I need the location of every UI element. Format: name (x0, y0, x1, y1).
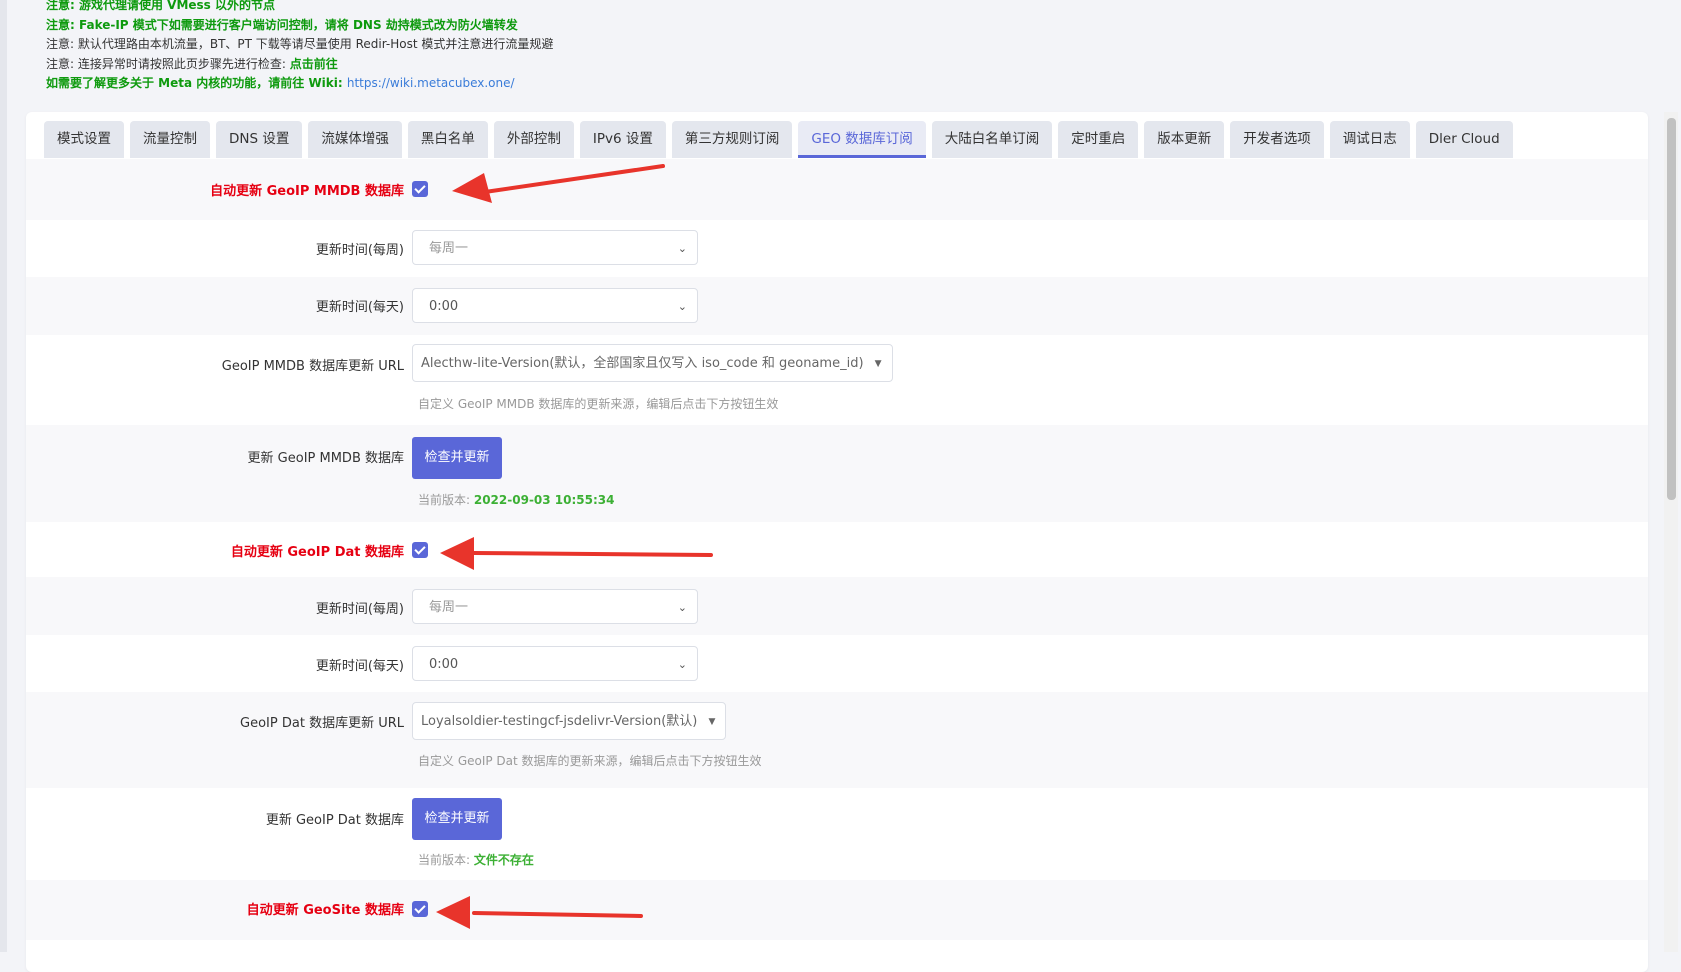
dat-url-select[interactable]: Loyalsoldier-testingcf-jsdelivr-Version(… (412, 702, 727, 740)
dat-update-row: 更新 GeoIP Dat 数据库 检查并更新 当前版本: 文件不存在 (26, 788, 1648, 880)
caret-down-icon: ▼ (874, 359, 882, 369)
mmdb-update-row: 更新 GeoIP MMDB 数据库 检查并更新 当前版本: 2022-09-03… (26, 425, 1648, 522)
notice-line-4: 注意: 连接异常时请按照此页步骤先进行检查: 点击前往 (46, 55, 553, 75)
page-left-border (0, 0, 7, 952)
mmdb-url-label: GeoIP MMDB 数据库更新 URL (221, 359, 404, 374)
tab-third-party-rules[interactable]: 第三方规则订阅 (671, 121, 793, 158)
mmdb-version-prefix: 当前版本: (418, 493, 474, 507)
mmdb-week-value: 每周一 (429, 241, 469, 256)
dat-week-value: 每周一 (429, 600, 469, 615)
caret-down-icon: ▼ (708, 717, 716, 727)
chevron-down-icon: ⌄ (677, 601, 687, 614)
mmdb-version: 当前版本: 2022-09-03 10:55:34 (418, 491, 615, 508)
wiki-link[interactable]: https://wiki.metacubex.one/ (347, 76, 515, 90)
mmdb-update-label: 更新 GeoIP MMDB 数据库 (247, 451, 404, 466)
notice-line-5: 如需要了解更多关于 Meta 内核的功能，请前往 Wiki: https://w… (46, 74, 553, 94)
dat-version-prefix: 当前版本: (418, 853, 474, 867)
tab-debug-log[interactable]: 调试日志 (1329, 121, 1410, 158)
dat-auto-row: 自动更新 GeoIP Dat 数据库 (26, 522, 1648, 577)
geosite-auto-label: 自动更新 GeoSite 数据库 (246, 903, 404, 918)
tab-dns[interactable]: DNS 设置 (216, 121, 303, 158)
mmdb-day-label: 更新时间(每天) (315, 300, 404, 315)
dat-day-value: 0:00 (429, 657, 459, 672)
mmdb-check-update-button[interactable]: 检查并更新 (412, 437, 502, 479)
tab-scheduled-restart[interactable]: 定时重启 (1058, 121, 1139, 158)
tab-dler-cloud[interactable]: Dler Cloud (1415, 121, 1513, 158)
dat-day-row: 更新时间(每天) 0:00 ⌄ (26, 635, 1648, 692)
notice-line-1: 注意: 游戏代理请使用 VMess 以外的节点 (46, 0, 275, 12)
chevron-down-icon: ⌄ (677, 300, 687, 313)
chevron-down-icon: ⌄ (677, 658, 687, 671)
geosite-auto-row: 自动更新 GeoSite 数据库 (26, 880, 1648, 940)
mmdb-url-row: GeoIP MMDB 数据库更新 URL Alecthw-lite-Versio… (26, 335, 1648, 425)
dat-version: 当前版本: 文件不存在 (418, 851, 534, 868)
mmdb-auto-row: 自动更新 GeoIP MMDB 数据库 (26, 159, 1648, 220)
tab-version-update[interactable]: 版本更新 (1144, 121, 1225, 158)
tab-developer[interactable]: 开发者选项 (1230, 121, 1324, 158)
mmdb-url-select[interactable]: Alecthw-lite-Version(默认，全部国家且仅写入 iso_cod… (412, 344, 893, 382)
notice-line-4-text: 注意: 连接异常时请按照此页步骤先进行检查: (46, 56, 290, 71)
mmdb-week-select[interactable]: 每周一 ⌄ (412, 230, 698, 265)
dat-week-select[interactable]: 每周一 ⌄ (412, 589, 698, 624)
tab-traffic[interactable]: 流量控制 (130, 121, 210, 158)
dat-day-select[interactable]: 0:00 ⌄ (412, 646, 698, 681)
tab-blacklist[interactable]: 黑白名单 (407, 121, 488, 158)
notice-line-2: 注意: Fake-IP 模式下如需要进行客户端访问控制，请将 DNS 劫持模式改… (46, 17, 518, 32)
tab-external-control[interactable]: 外部控制 (493, 121, 574, 158)
dat-url-value: Loyalsoldier-testingcf-jsdelivr-Version(… (421, 714, 698, 729)
tab-geo-database[interactable]: GEO 数据库订阅 (798, 121, 926, 158)
troubleshoot-link[interactable]: 点击前往 (290, 57, 338, 71)
scrollbar-thumb[interactable] (1667, 118, 1676, 500)
mmdb-auto-checkbox[interactable] (412, 181, 428, 197)
tab-streaming[interactable]: 流媒体增强 (308, 121, 402, 158)
tab-mode[interactable]: 模式设置 (44, 121, 124, 158)
tab-ipv6[interactable]: IPv6 设置 (579, 121, 666, 158)
mmdb-week-row: 更新时间(每周) 每周一 ⌄ (26, 220, 1648, 277)
dat-auto-label: 自动更新 GeoIP Dat 数据库 (230, 545, 404, 560)
settings-card: 模式设置 流量控制 DNS 设置 流媒体增强 黑白名单 外部控制 IPv6 设置… (26, 112, 1648, 972)
mmdb-version-value: 2022-09-03 10:55:34 (473, 493, 615, 507)
tab-china-whitelist[interactable]: 大陆白名单订阅 (931, 121, 1053, 158)
dat-day-label: 更新时间(每天) (315, 659, 404, 674)
mmdb-url-value: Alecthw-lite-Version(默认，全部国家且仅写入 iso_cod… (421, 356, 864, 371)
dat-check-update-button[interactable]: 检查并更新 (412, 798, 502, 840)
dat-version-value: 文件不存在 (473, 853, 534, 867)
mmdb-day-value: 0:00 (429, 299, 459, 314)
dat-url-hint: 自定义 GeoIP Dat 数据库的更新来源，编辑后点击下方按钮生效 (418, 754, 762, 768)
notice-block: 注意: 游戏代理请使用 VMess 以外的节点 注意: Fake-IP 模式下如… (46, 0, 553, 94)
mmdb-auto-label: 自动更新 GeoIP MMDB 数据库 (210, 184, 404, 199)
chevron-down-icon: ⌄ (677, 242, 687, 255)
notice-line-5-text: 如需要了解更多关于 Meta 内核的功能，请前往 Wiki: (46, 76, 347, 90)
dat-url-label: GeoIP Dat 数据库更新 URL (240, 716, 404, 731)
dat-url-row: GeoIP Dat 数据库更新 URL Loyalsoldier-testing… (26, 692, 1648, 788)
mmdb-week-label: 更新时间(每周) (315, 243, 404, 258)
dat-week-label: 更新时间(每周) (315, 602, 404, 617)
geosite-auto-checkbox[interactable] (412, 901, 428, 917)
tab-bar: 模式设置 流量控制 DNS 设置 流媒体增强 黑白名单 外部控制 IPv6 设置… (44, 121, 1519, 161)
mmdb-day-row: 更新时间(每天) 0:00 ⌄ (26, 277, 1648, 335)
mmdb-url-hint: 自定义 GeoIP MMDB 数据库的更新来源，编辑后点击下方按钮生效 (418, 397, 779, 411)
dat-auto-checkbox[interactable] (412, 542, 428, 558)
dat-update-label: 更新 GeoIP Dat 数据库 (265, 813, 404, 828)
notice-line-3: 注意: 默认代理路由本机流量，BT、PT 下载等请尽量使用 Redir-Host… (46, 37, 554, 51)
dat-week-row: 更新时间(每周) 每周一 ⌄ (26, 577, 1648, 635)
geo-settings-form: 自动更新 GeoIP MMDB 数据库 更新时间(每周) 每周一 ⌄ 更新时间(每… (26, 159, 1648, 940)
mmdb-day-select[interactable]: 0:00 ⌄ (412, 288, 698, 323)
